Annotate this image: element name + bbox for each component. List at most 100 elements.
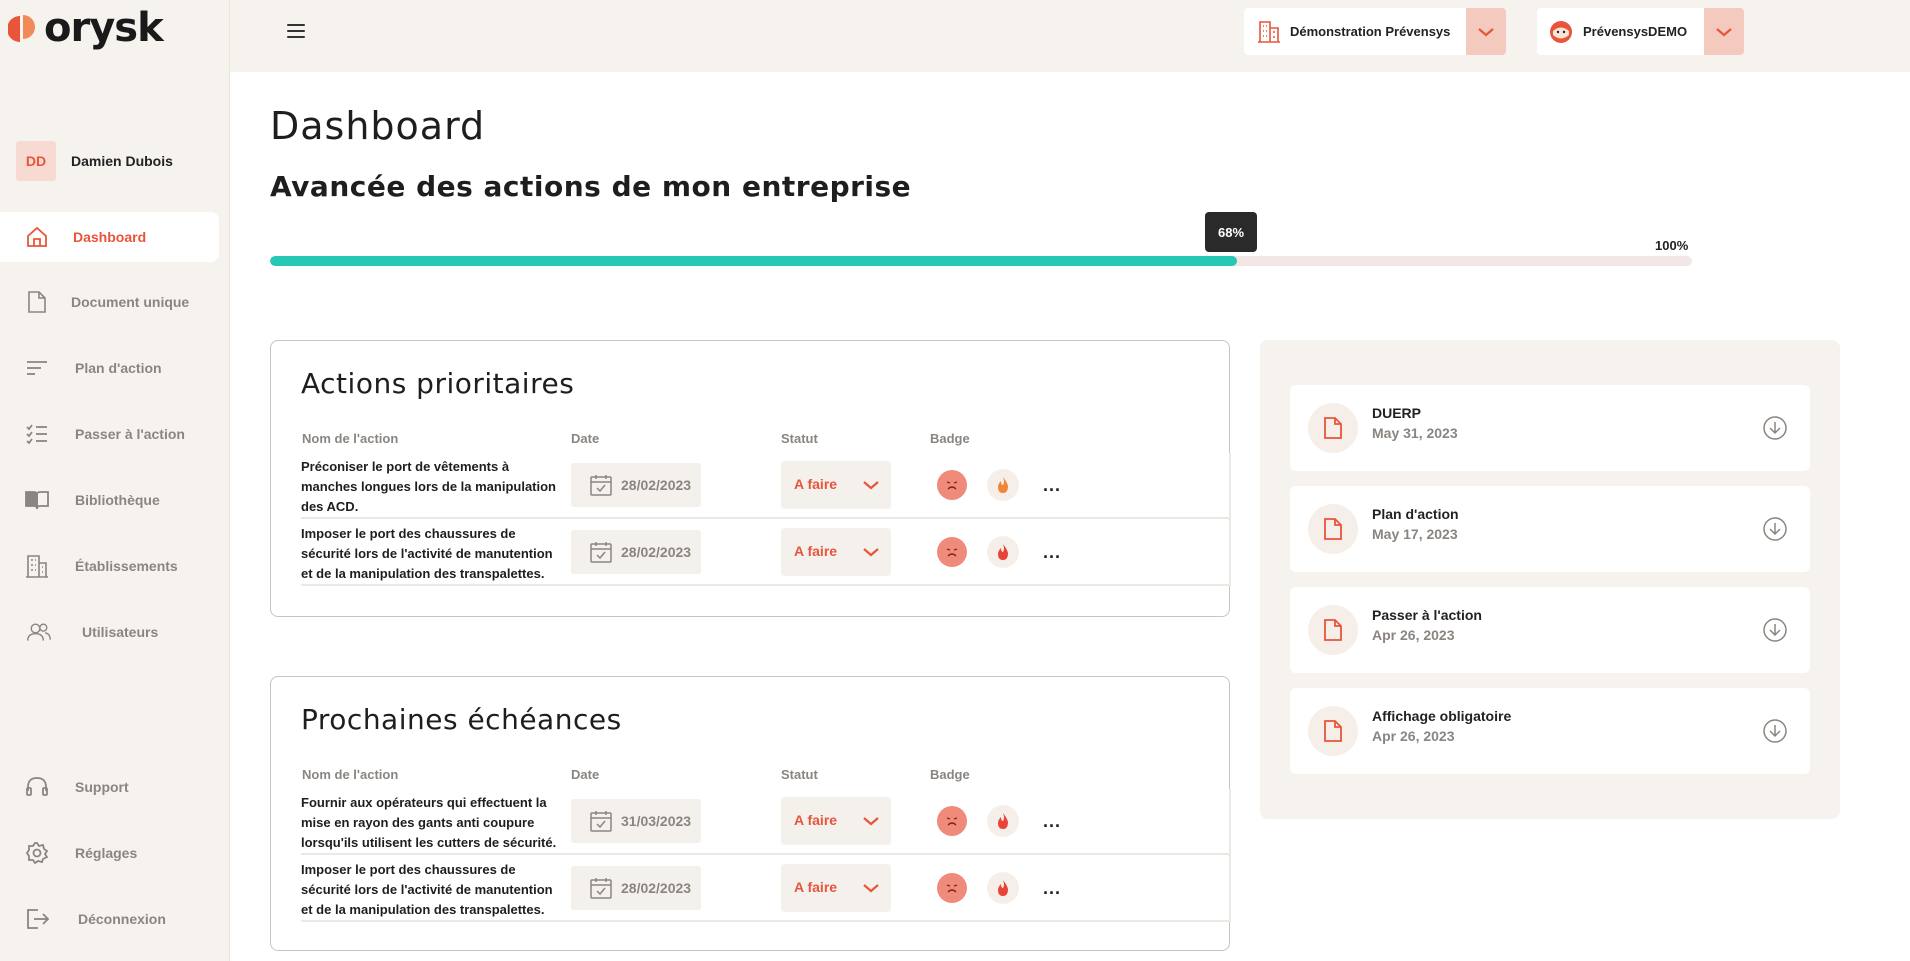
chevron-down-icon xyxy=(863,481,879,490)
progress-value-tooltip: 68% xyxy=(1205,212,1257,252)
table-row[interactable]: Imposer le port des chaussures de sécuri… xyxy=(301,520,1231,586)
book-icon xyxy=(24,487,50,513)
chevron-down-icon xyxy=(863,548,879,557)
sidebar-item-label: Bibliothèque xyxy=(75,492,160,508)
chevron-down-icon xyxy=(863,817,879,826)
chevron-down-icon[interactable] xyxy=(1704,8,1744,55)
document-card[interactable]: Plan d'action May 17, 2023 xyxy=(1290,486,1810,572)
date-picker[interactable]: 28/02/2023 xyxy=(571,866,701,910)
document-date: Apr 26, 2023 xyxy=(1372,627,1455,643)
action-name: Fournir aux opérateurs qui effectuent la… xyxy=(301,795,557,850)
document-name: Passer à l'action xyxy=(1372,607,1482,623)
sidebar-item-bibliotheque[interactable]: Bibliothèque xyxy=(0,475,219,525)
status-value: A faire xyxy=(794,543,838,559)
column-header-status: Statut xyxy=(781,431,818,446)
logout-icon xyxy=(24,906,50,932)
building-icon xyxy=(24,553,50,579)
status-select[interactable]: A faire xyxy=(781,797,891,845)
gear-icon xyxy=(24,840,50,866)
date-value: 28/02/2023 xyxy=(621,880,692,896)
document-name: Plan d'action xyxy=(1372,506,1459,522)
sidebar-item-label: Plan d'action xyxy=(75,360,162,376)
action-name: Préconiser le port de vêtements à manche… xyxy=(301,459,556,514)
file-icon xyxy=(1308,706,1358,756)
topbar: Démonstration Prévensys PrévensysDEMO xyxy=(230,0,1910,72)
sidebar-item-label: Document unique xyxy=(71,294,190,310)
date-value: 28/02/2023 xyxy=(621,544,692,560)
upcoming-deadlines-card: Prochaines échéances Nom de l'action Dat… xyxy=(270,676,1231,951)
download-icon[interactable] xyxy=(1762,718,1788,744)
column-header-status: Statut xyxy=(781,767,818,782)
table-row[interactable]: Préconiser le port de vêtements à manche… xyxy=(301,453,1231,519)
sidebar-item-deconnexion[interactable]: Déconnexion xyxy=(0,894,219,944)
sidebar-item-passer-action[interactable]: Passer à l'action xyxy=(0,409,219,459)
priority-actions-card: Actions prioritaires Nom de l'action Dat… xyxy=(270,340,1231,617)
home-icon xyxy=(24,224,50,250)
table-row[interactable]: Fournir aux opérateurs qui effectuent la… xyxy=(301,789,1231,855)
sidebar-item-label: Réglages xyxy=(75,845,138,861)
status-value: A faire xyxy=(794,879,838,895)
download-icon[interactable] xyxy=(1762,516,1788,542)
download-icon[interactable] xyxy=(1762,617,1788,643)
chevron-down-icon[interactable] xyxy=(1466,8,1506,55)
column-header-date: Date xyxy=(571,767,600,782)
progress-title: Avancée des actions de mon entreprise xyxy=(270,170,912,203)
table-row[interactable]: Imposer le port des chaussures de sécuri… xyxy=(301,856,1231,922)
sidebar-item-document-unique[interactable]: Document unique xyxy=(0,277,219,327)
document-card[interactable]: Affichage obligatoire Apr 26, 2023 xyxy=(1290,688,1810,774)
sidebar-item-dashboard[interactable]: Dashboard xyxy=(0,212,219,262)
face-icon xyxy=(1549,20,1573,44)
status-value: A faire xyxy=(794,476,838,492)
hamburger-menu-button[interactable] xyxy=(282,20,310,44)
status-select[interactable]: A faire xyxy=(781,528,891,576)
logo[interactable]: orysk xyxy=(8,5,164,51)
date-value: 28/02/2023 xyxy=(621,477,692,493)
date-value: 31/03/2023 xyxy=(621,813,692,829)
page-title: Dashboard xyxy=(270,104,486,148)
more-options-button[interactable]: ... xyxy=(1043,542,1061,563)
fire-badge-icon xyxy=(987,536,1019,568)
document-name: DUERP xyxy=(1372,405,1422,421)
status-value: A faire xyxy=(794,812,838,828)
document-card[interactable]: DUERP May 31, 2023 xyxy=(1290,385,1810,471)
avatar: DD xyxy=(16,141,56,181)
company-selector[interactable]: Démonstration Prévensys xyxy=(1244,8,1506,55)
sad-face-badge-icon xyxy=(937,470,967,500)
file-icon xyxy=(1308,605,1358,655)
more-options-button[interactable]: ... xyxy=(1043,878,1061,899)
sad-face-badge-icon xyxy=(937,806,967,836)
document-date: Apr 26, 2023 xyxy=(1372,728,1455,744)
more-options-button[interactable]: ... xyxy=(1043,475,1061,496)
sidebar-item-label: Passer à l'action xyxy=(75,426,185,442)
date-picker[interactable]: 28/02/2023 xyxy=(571,463,701,507)
fire-badge-icon xyxy=(987,872,1019,904)
status-select[interactable]: A faire xyxy=(781,864,891,912)
sidebar-item-reglages[interactable]: Réglages xyxy=(0,828,219,878)
more-options-button[interactable]: ... xyxy=(1043,811,1061,832)
sidebar-item-plan-action[interactable]: Plan d'action xyxy=(0,343,219,393)
sidebar-item-label: Déconnexion xyxy=(78,911,166,927)
documents-panel: DUERP May 31, 2023 Plan d'action May 17,… xyxy=(1260,340,1840,819)
calendar-icon xyxy=(590,811,612,832)
sidebar-item-support[interactable]: Support xyxy=(0,762,219,812)
logo-text: orysk xyxy=(44,5,164,51)
user-name: Damien Dubois xyxy=(71,153,173,169)
sidebar-item-label: Utilisateurs xyxy=(82,624,159,640)
column-header-badge: Badge xyxy=(930,431,970,446)
status-select[interactable]: A faire xyxy=(781,461,891,509)
action-name: Imposer le port des chaussures de sécuri… xyxy=(301,526,553,581)
document-card[interactable]: Passer à l'action Apr 26, 2023 xyxy=(1290,587,1810,673)
fire-badge-icon xyxy=(987,469,1019,501)
sidebar-item-etablissements[interactable]: Établissements xyxy=(0,541,219,591)
download-icon[interactable] xyxy=(1762,415,1788,441)
sidebar-item-label: Dashboard xyxy=(73,229,147,245)
user-profile[interactable]: DD Damien Dubois xyxy=(16,141,173,181)
date-picker[interactable]: 28/02/2023 xyxy=(571,530,701,574)
account-selector[interactable]: PrévensysDEMO xyxy=(1537,8,1744,55)
calendar-icon xyxy=(590,475,612,496)
sidebar: orysk DD Damien Dubois Dashboard Documen… xyxy=(0,0,230,961)
calendar-icon xyxy=(590,878,612,899)
sidebar-item-utilisateurs[interactable]: Utilisateurs xyxy=(0,607,219,657)
date-picker[interactable]: 31/03/2023 xyxy=(571,799,701,843)
checklist-icon xyxy=(24,421,50,447)
